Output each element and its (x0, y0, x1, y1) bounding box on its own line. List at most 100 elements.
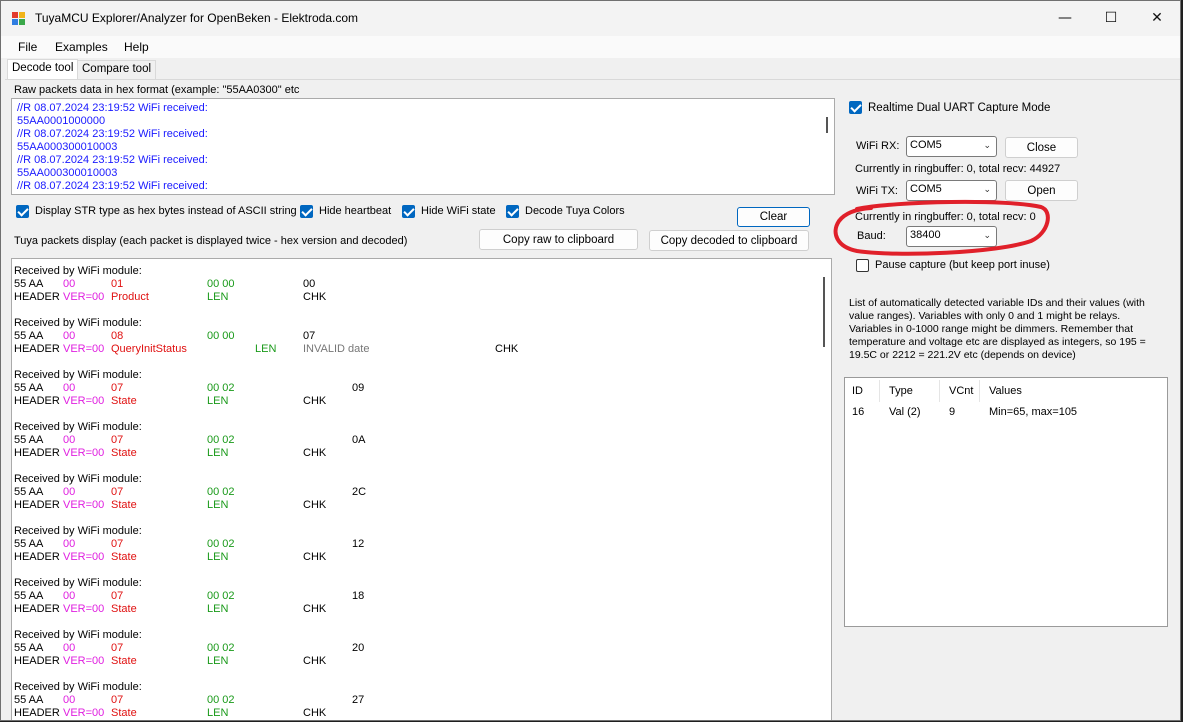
packet-d3: State (111, 395, 137, 407)
hide-wifi-state-label: Hide WiFi state (421, 205, 496, 217)
hide-wifi-state-checkbox[interactable] (402, 205, 415, 218)
packet-entry: Received by WiFi module: 55 AA 00 07 00 02 0A… (14, 419, 814, 471)
raw-packets-label: Raw packets data in hex format (example:… (14, 84, 300, 96)
packet-d2: VER=00 (63, 655, 105, 667)
packet-h2: 00 (63, 694, 76, 706)
packet-d7: CHK (495, 343, 519, 355)
packet-entry: Received by WiFi module: 55 AA 00 07 00 02 27… (14, 679, 814, 720)
wifi-rx-port-select[interactable]: COM5 ⌄ (906, 136, 997, 157)
packet-head: Received by WiFi module: (14, 421, 142, 433)
packet-h1: 55 AA (14, 486, 44, 498)
raw-scrollbar[interactable] (820, 99, 834, 194)
packet-d2: VER=00 (63, 395, 105, 407)
packet-h4: 00 02 (207, 694, 235, 706)
packet-d1: HEADER (14, 291, 60, 303)
display-str-hex-checkbox[interactable] (16, 205, 29, 218)
tab-compare-tool[interactable]: Compare tool (77, 60, 157, 79)
packet-h4: 00 00 (207, 278, 235, 290)
tab-decode-tool[interactable]: Decode tool (7, 59, 79, 79)
close-port-button[interactable]: Close (1005, 137, 1078, 158)
column-header-type[interactable]: Type (889, 385, 913, 397)
packet-head: Received by WiFi module: (14, 525, 142, 537)
packet-h1: 55 AA (14, 642, 44, 654)
var-type: Val (2) (889, 406, 921, 418)
packet-d3: State (111, 707, 137, 719)
menu-file[interactable]: File (18, 40, 37, 54)
maximize-button[interactable]: ☐ (1088, 1, 1134, 35)
packets-display[interactable]: Received by WiFi module: 55 AA 00 01 00 00 00… (11, 258, 832, 720)
packet-d4: LEN (207, 603, 229, 615)
variables-description: List of automatically detected variable … (849, 297, 1146, 361)
packet-d1: HEADER (14, 447, 60, 459)
packet-d2: VER=00 (63, 291, 105, 303)
packet-h1: 55 AA (14, 538, 44, 550)
packet-d1: HEADER (14, 343, 60, 355)
packet-h6: 2C (352, 486, 367, 498)
wifi-rx-port-value: COM5 (910, 139, 942, 151)
clear-button[interactable]: Clear (737, 207, 810, 227)
packet-h5: 00 (303, 278, 316, 290)
copy-raw-button[interactable]: Copy raw to clipboard (479, 229, 638, 250)
packet-d5: CHK (303, 603, 327, 615)
variables-list[interactable]: ID Type VCnt Values 16 Val (2) 9 Min=65,… (844, 377, 1168, 627)
packet-h1: 55 AA (14, 330, 44, 342)
packet-h2: 00 (63, 382, 76, 394)
packet-h6: 12 (352, 538, 365, 550)
annotation-circle (833, 199, 1050, 256)
raw-line: //R 08.07.2024 23:19:52 WiFi received: (17, 180, 208, 192)
packet-d5: CHK (303, 395, 327, 407)
packet-h6: 0A (352, 434, 366, 446)
wifi-tx-port-value: COM5 (910, 183, 942, 195)
packet-h3: 07 (111, 642, 124, 654)
packet-d4: LEN (207, 499, 229, 511)
packet-h2: 00 (63, 278, 76, 290)
minimize-button[interactable]: — (1042, 1, 1088, 35)
packet-d2: VER=00 (63, 499, 105, 511)
chevron-down-icon: ⌄ (983, 140, 991, 150)
packet-h6: 20 (352, 642, 365, 654)
maximize-icon: ☐ (1104, 10, 1118, 26)
packet-d3: State (111, 447, 137, 459)
var-values: Min=65, max=105 (989, 406, 1078, 418)
packet-h3: 01 (111, 278, 124, 290)
packet-d4: LEN (207, 551, 229, 563)
packet-entry: Received by WiFi module: 55 AA 00 07 00 02 12… (14, 523, 814, 575)
packet-head: Received by WiFi module: (14, 265, 142, 277)
packet-entry: Received by WiFi module: 55 AA 00 07 00 02 18… (14, 575, 814, 627)
packet-d1: HEADER (14, 655, 60, 667)
var-id: 16 (852, 406, 865, 418)
packet-h3: 07 (111, 382, 124, 394)
packet-h1: 55 AA (14, 434, 44, 446)
packet-h6: 09 (352, 382, 365, 394)
packet-h4: 00 02 (207, 434, 235, 446)
column-header-values[interactable]: Values (989, 385, 1022, 397)
packet-h4: 00 02 (207, 538, 235, 550)
close-window-button[interactable]: ✕ (1134, 1, 1180, 35)
wifi-rx-label: WiFi RX: (856, 140, 900, 152)
packet-d1: HEADER (14, 551, 60, 563)
decode-colors-checkbox[interactable] (506, 205, 519, 218)
column-header-vcnt[interactable]: VCnt (949, 385, 973, 397)
packets-display-label: Tuya packets display (each packet is dis… (14, 235, 408, 247)
packet-d2: VER=00 (63, 343, 105, 355)
packet-h1: 55 AA (14, 590, 44, 602)
packet-h1: 55 AA (14, 278, 44, 290)
packets-scrollbar[interactable] (817, 259, 831, 720)
packet-h4: 00 02 (207, 590, 235, 602)
packet-h3: 07 (111, 538, 124, 550)
chevron-down-icon: ⌄ (983, 184, 991, 194)
packet-d1: HEADER (14, 603, 60, 615)
packet-d3: QueryInitStatus (111, 343, 187, 355)
packet-d1: HEADER (14, 499, 60, 511)
menu-help[interactable]: Help (124, 40, 149, 54)
packet-d2: VER=00 (63, 707, 105, 719)
copy-decoded-button[interactable]: Copy decoded to clipboard (649, 230, 809, 251)
hide-heartbeat-checkbox[interactable] (300, 205, 313, 218)
raw-packets-textbox[interactable]: //R 08.07.2024 23:19:52 WiFi received: 5… (11, 98, 835, 195)
menu-examples[interactable]: Examples (55, 40, 108, 54)
realtime-capture-checkbox[interactable] (849, 101, 862, 114)
packet-entry: Received by WiFi module: 55 AA 00 01 00 00 00… (14, 263, 814, 315)
column-header-id[interactable]: ID (852, 385, 863, 397)
packet-head: Received by WiFi module: (14, 577, 142, 589)
raw-line: //R 08.07.2024 23:19:52 WiFi received: (17, 102, 208, 114)
